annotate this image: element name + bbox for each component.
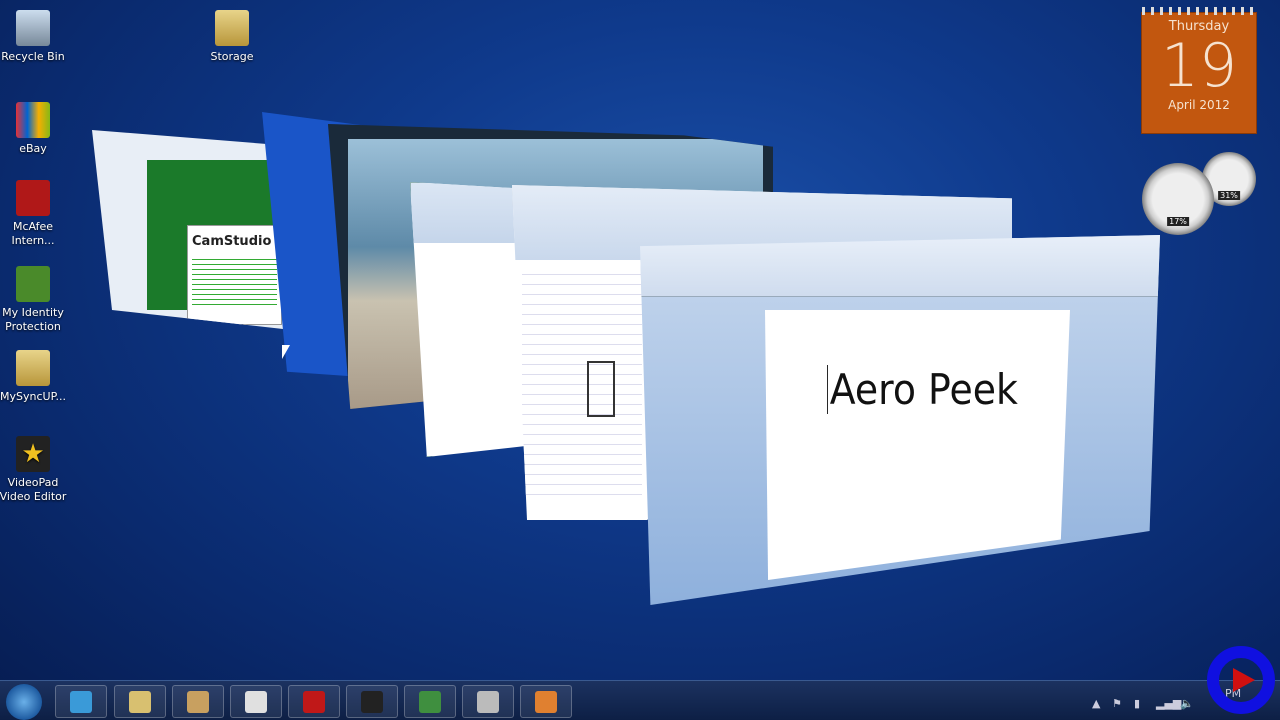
desktop-icon-storage[interactable]: Storage bbox=[192, 10, 272, 64]
folder-icon bbox=[215, 10, 249, 46]
action-center-flag-icon[interactable]: ⚑ bbox=[1112, 697, 1122, 710]
mcafee-icon bbox=[16, 180, 50, 216]
chess-icon bbox=[361, 690, 383, 713]
desktop-icon-identity-protection[interactable]: My Identity Protection bbox=[0, 266, 73, 334]
wordpad-icon bbox=[245, 690, 267, 713]
mcafee-icon bbox=[303, 690, 325, 713]
power-icon[interactable]: ▮ bbox=[1134, 697, 1140, 710]
selected-cell bbox=[587, 361, 615, 417]
taskbar-chess[interactable] bbox=[346, 685, 398, 718]
mouse-cursor-icon bbox=[282, 345, 290, 359]
calendar-gadget[interactable]: Thursday 19 April 2012 bbox=[1141, 7, 1257, 134]
taskbar-paint[interactable] bbox=[172, 685, 224, 718]
taskbar-mcafee[interactable] bbox=[288, 685, 340, 718]
network-signal-icon[interactable]: ▂▄▆ bbox=[1156, 697, 1181, 710]
calendar-month: April 2012 bbox=[1168, 98, 1230, 112]
folder-icon bbox=[16, 350, 50, 386]
calendar-day: 19 bbox=[1160, 31, 1238, 101]
recording-indicator-icon bbox=[1207, 646, 1275, 714]
folder-icon bbox=[129, 690, 151, 713]
taskbar-wordpad[interactable] bbox=[230, 685, 282, 718]
word-page: Aero Peek bbox=[765, 310, 1070, 580]
camstudio-title: CamStudio bbox=[192, 234, 272, 249]
cpu-gauge[interactable]: 17% bbox=[1142, 163, 1214, 235]
window-solitaire[interactable]: CamStudio bbox=[92, 130, 292, 330]
volume-icon[interactable]: 🔈 bbox=[1180, 697, 1194, 710]
show-hidden-icons-icon[interactable]: ▲ bbox=[1092, 697, 1100, 710]
camstudio-window[interactable]: CamStudio bbox=[187, 225, 282, 325]
taskbar-excel[interactable] bbox=[404, 685, 456, 718]
excel-icon bbox=[419, 690, 441, 713]
taskbar: ▲ ⚑ ▮ ▂▄▆ 🔈 PM bbox=[0, 680, 1280, 720]
taskbar-camstudio[interactable] bbox=[462, 685, 514, 718]
window-word[interactable]: Aero Peek bbox=[640, 235, 1160, 605]
identity-protection-icon bbox=[16, 266, 50, 302]
desktop-icon-recycle-bin[interactable]: Recycle Bin bbox=[0, 10, 73, 64]
desktop-icon-videopad[interactable]: ★ VideoPad Video Editor bbox=[0, 436, 73, 504]
document-text: Aero Peek bbox=[827, 365, 1018, 414]
desktop-icon-ebay[interactable]: eBay bbox=[0, 102, 73, 156]
paint-icon bbox=[187, 690, 209, 713]
recycle-bin-icon bbox=[16, 10, 50, 46]
desktop-icon-mysyncup[interactable]: MySyncUP... bbox=[0, 350, 73, 404]
taskbar-internet-explorer[interactable] bbox=[55, 685, 107, 718]
camstudio-icon bbox=[477, 690, 499, 713]
desktop-icon-mcafee[interactable]: McAfee Intern... bbox=[0, 180, 73, 248]
taskbar-media-player[interactable] bbox=[520, 685, 572, 718]
taskbar-file-explorer[interactable] bbox=[114, 685, 166, 718]
videopad-icon: ★ bbox=[16, 436, 50, 472]
excel-grid bbox=[522, 265, 642, 495]
internet-explorer-icon bbox=[70, 690, 92, 713]
start-button[interactable] bbox=[6, 684, 42, 720]
media-player-icon bbox=[535, 690, 557, 713]
ebay-icon bbox=[16, 102, 50, 138]
